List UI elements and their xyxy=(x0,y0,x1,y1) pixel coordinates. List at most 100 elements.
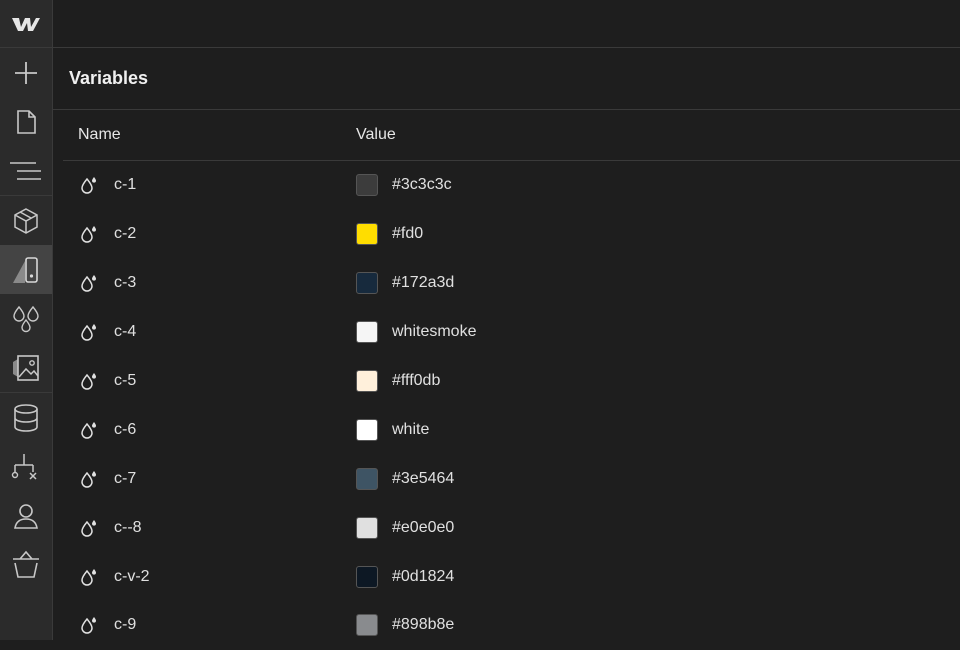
variable-row[interactable]: c-2 #fd0 xyxy=(63,210,960,259)
variable-name-cell: c-9 xyxy=(63,616,356,635)
variable-value-cell: #3c3c3c xyxy=(356,174,452,197)
color-variable-icon xyxy=(81,470,96,488)
style-selectors-icon xyxy=(13,256,38,283)
navigator-icon xyxy=(10,161,41,180)
variable-value: #fd0 xyxy=(392,225,424,243)
components-icon xyxy=(14,207,38,234)
variable-name: c-6 xyxy=(114,420,137,438)
variable-name: c-9 xyxy=(114,616,137,634)
color-swatch[interactable] xyxy=(356,321,378,344)
color-swatch[interactable] xyxy=(356,174,378,197)
webflow-logo-icon xyxy=(12,17,40,31)
variable-name-cell: c-v-2 xyxy=(63,568,356,586)
variable-row[interactable]: c-4 whitesmoke xyxy=(63,308,960,357)
variable-value: #0d1824 xyxy=(392,567,455,585)
variable-value-cell: #fd0 xyxy=(356,223,424,246)
variable-name: c-1 xyxy=(114,176,137,194)
variable-row[interactable]: c-v-2 #0d1824 xyxy=(63,552,960,601)
navigator-button[interactable] xyxy=(0,146,52,195)
table-header: Name Value xyxy=(63,110,960,161)
ecommerce-button[interactable] xyxy=(0,540,52,589)
variable-name-cell: c-1 xyxy=(63,176,356,195)
variables-button[interactable] xyxy=(0,294,52,343)
color-swatch[interactable] xyxy=(356,467,378,490)
panel-title: Variables xyxy=(53,48,960,110)
left-toolbar xyxy=(0,0,53,640)
color-swatch[interactable] xyxy=(356,223,378,246)
top-bar xyxy=(53,0,960,48)
variable-value-cell: #3e5464 xyxy=(356,467,455,490)
color-variable-icon xyxy=(81,226,96,244)
color-swatch[interactable] xyxy=(356,565,378,588)
variable-value: #3c3c3c xyxy=(392,176,452,194)
variable-value: white xyxy=(392,420,430,438)
page-icon xyxy=(17,109,36,134)
variable-row[interactable]: c--8 #e0e0e0 xyxy=(63,503,960,552)
variable-value-cell: #172a3d xyxy=(356,272,455,295)
variable-value: #fff0db xyxy=(392,372,441,389)
variable-name-cell: c-6 xyxy=(63,421,356,439)
assets-button[interactable] xyxy=(0,343,52,392)
variable-name: c-4 xyxy=(114,323,137,341)
color-variable-icon xyxy=(81,617,96,635)
color-variable-icon xyxy=(81,324,96,341)
color-swatch[interactable] xyxy=(356,516,378,539)
style-selectors-button[interactable] xyxy=(0,245,52,294)
variable-name: c-2 xyxy=(114,225,137,243)
variable-name-cell: c--8 xyxy=(63,519,356,537)
variable-name: c--8 xyxy=(114,518,142,536)
variable-value-cell: #898b8e xyxy=(356,614,455,637)
variable-row[interactable]: c-5 #fff0db xyxy=(63,357,960,406)
variable-value: whitesmoke xyxy=(392,323,477,341)
users-icon xyxy=(14,503,38,529)
variable-value-cell: whitesmoke xyxy=(356,321,477,344)
color-swatch[interactable] xyxy=(356,370,378,392)
column-header-name: Name xyxy=(78,126,121,143)
variable-row[interactable]: c-3 #172a3d xyxy=(63,259,960,308)
variable-name-cell: c-7 xyxy=(63,470,356,488)
variables-panel: Variables Name Value c-1 #3c3c3c c-2 #fd0 c-… xyxy=(53,48,960,640)
variable-value: #3e5464 xyxy=(392,469,455,487)
variable-value-cell: #0d1824 xyxy=(356,565,455,588)
variable-value-cell: white xyxy=(356,418,430,441)
variable-value: #898b8e xyxy=(392,616,455,634)
users-button[interactable] xyxy=(0,491,52,540)
variable-value-cell: #e0e0e0 xyxy=(356,516,455,539)
color-swatch[interactable] xyxy=(356,272,378,295)
color-variable-icon xyxy=(81,177,96,195)
variable-value-cell: #fff0db xyxy=(356,370,440,392)
variable-name: c-v-2 xyxy=(114,567,150,585)
color-variable-icon xyxy=(81,421,96,439)
color-swatch[interactable] xyxy=(356,418,378,441)
variable-name: c-5 xyxy=(114,372,137,389)
variables-list: c-1 #3c3c3c c-2 #fd0 c-3 #172a3d c-4 whitesmoke… xyxy=(53,161,960,650)
components-button[interactable] xyxy=(0,196,52,245)
logic-button[interactable] xyxy=(0,442,52,491)
variable-row[interactable]: c-6 white xyxy=(63,405,960,454)
variable-name-cell: c-2 xyxy=(63,225,356,244)
color-variable-icon xyxy=(81,519,96,537)
variable-name-cell: c-5 xyxy=(63,372,356,390)
webflow-logo[interactable] xyxy=(0,0,52,48)
ecommerce-icon xyxy=(13,550,39,578)
logic-icon xyxy=(11,453,37,480)
column-header-value: Value xyxy=(356,126,396,143)
color-swatch[interactable] xyxy=(356,614,378,637)
color-variable-icon xyxy=(81,373,96,390)
color-variable-icon xyxy=(81,568,96,586)
cms-icon xyxy=(14,403,38,432)
variable-name-cell: c-3 xyxy=(63,274,356,292)
cms-button[interactable] xyxy=(0,393,52,442)
variable-row[interactable]: c-1 #3c3c3c xyxy=(63,161,960,210)
color-variable-icon xyxy=(81,275,96,292)
variable-value: #e0e0e0 xyxy=(392,518,455,536)
pages-button[interactable] xyxy=(0,97,52,146)
variable-row[interactable]: c-9 #898b8e xyxy=(63,601,960,650)
variable-row[interactable]: c-7 #3e5464 xyxy=(63,454,960,503)
add-icon xyxy=(15,61,37,84)
variable-name: c-3 xyxy=(114,274,137,292)
variables-icon xyxy=(13,305,39,332)
variable-value: #172a3d xyxy=(392,274,455,292)
add-panel-button[interactable] xyxy=(0,48,52,97)
variable-name-cell: c-4 xyxy=(63,323,356,341)
